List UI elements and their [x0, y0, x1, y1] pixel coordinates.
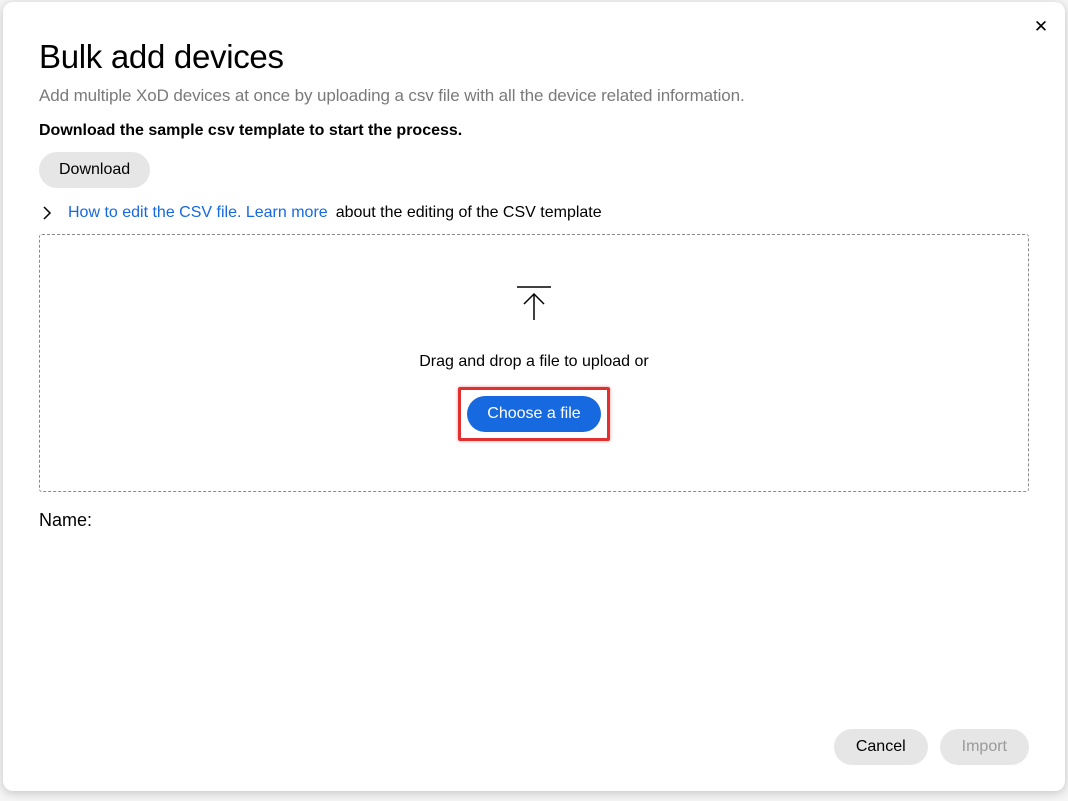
close-button[interactable]: ✕ [1031, 16, 1051, 36]
modal-description: Add multiple XoD devices at once by uplo… [39, 86, 1029, 106]
bulk-add-devices-modal: ✕ Bulk add devices Add multiple XoD devi… [3, 2, 1065, 791]
name-label: Name: [39, 510, 1029, 531]
chevron-right-icon[interactable] [43, 206, 52, 220]
learn-more-suffix: about the editing of the CSV template [336, 204, 602, 222]
choose-file-button[interactable]: Choose a file [467, 396, 600, 432]
modal-footer: Cancel Import [3, 729, 1065, 791]
upload-icon [517, 286, 551, 327]
dropzone-text: Drag and drop a file to upload or [419, 353, 648, 371]
cancel-button[interactable]: Cancel [834, 729, 928, 765]
file-dropzone[interactable]: Drag and drop a file to upload or Choose… [39, 234, 1029, 492]
modal-content: Bulk add devices Add multiple XoD device… [3, 2, 1065, 729]
learn-more-link[interactable]: How to edit the CSV file. Learn more [68, 204, 328, 222]
choose-file-highlight: Choose a file [458, 387, 609, 441]
learn-more-row: How to edit the CSV file. Learn more abo… [39, 204, 1029, 222]
import-button[interactable]: Import [940, 729, 1029, 765]
download-instruction: Download the sample csv template to star… [39, 122, 1029, 140]
download-button[interactable]: Download [39, 152, 150, 188]
modal-title: Bulk add devices [39, 38, 1029, 76]
close-icon: ✕ [1034, 18, 1048, 35]
